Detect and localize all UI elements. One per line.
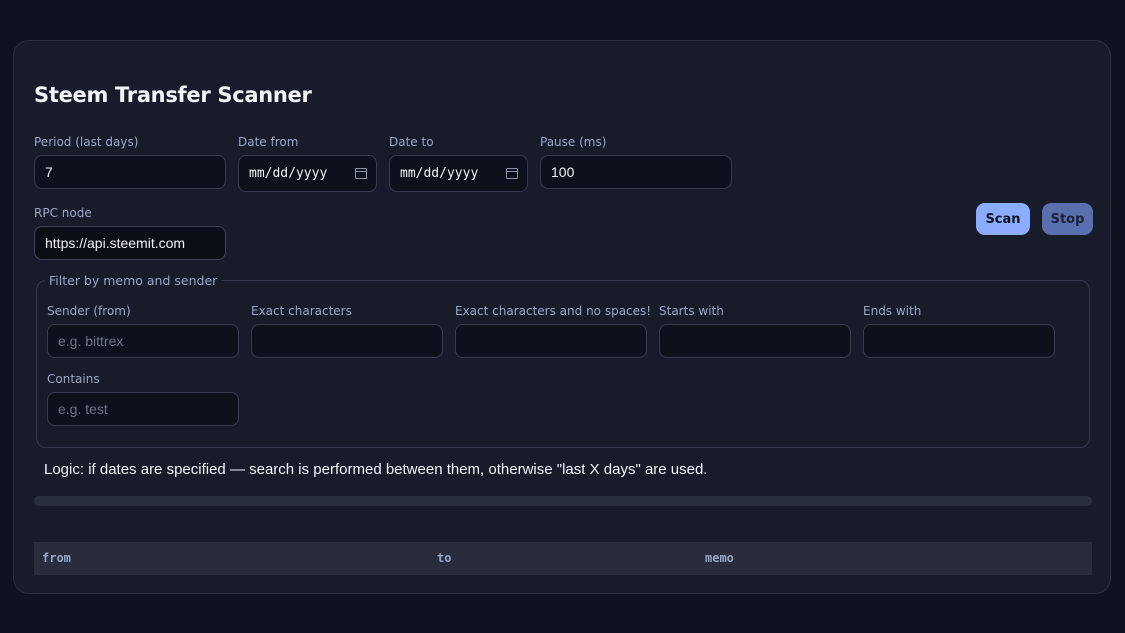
column-header-memo: memo — [705, 551, 734, 565]
period-field: Period (last days) 7 — [34, 135, 226, 189]
sender-input[interactable]: e.g. bittrex — [47, 324, 239, 358]
results-table-header: from to memo — [34, 542, 1092, 575]
contains-field: Contains e.g. test — [47, 372, 239, 426]
date-to-input[interactable]: mm/dd/yyyy — [389, 155, 528, 192]
exact-nospace-label: Exact characters and no spaces! — [455, 304, 652, 318]
contains-label: Contains — [47, 372, 100, 386]
starts-with-input[interactable] — [659, 324, 851, 358]
stop-button[interactable]: Stop — [1042, 203, 1093, 235]
date-to-label: Date to — [389, 135, 434, 149]
page-title: Steem Transfer Scanner — [34, 83, 312, 107]
ends-with-label: Ends with — [863, 304, 922, 318]
column-header-to: to — [437, 551, 452, 565]
calendar-icon[interactable] — [355, 168, 367, 179]
starts-with-label: Starts with — [659, 304, 724, 318]
scanner-card: Steem Transfer Scanner Period (last days… — [13, 40, 1111, 594]
pause-input[interactable]: 100 — [540, 155, 732, 189]
date-to-field: Date to mm/dd/yyyy — [389, 135, 528, 192]
exact-nospace-input[interactable] — [455, 324, 647, 358]
filter-fieldset: Filter by memo and sender Sender (from) … — [36, 273, 1090, 448]
sender-field: Sender (from) e.g. bittrex — [47, 304, 239, 358]
exact-nospace-field: Exact characters and no spaces! — [455, 304, 651, 358]
date-from-field: Date from mm/dd/yyyy — [238, 135, 377, 192]
date-from-value: mm/dd/yyyy — [249, 166, 328, 181]
column-header-from: from — [42, 551, 71, 565]
rpc-input[interactable]: https://api.steemit.com — [34, 226, 226, 260]
exact-label: Exact characters — [251, 304, 352, 318]
ends-with-input[interactable] — [863, 324, 1055, 358]
ends-with-field: Ends with — [863, 304, 1055, 358]
rpc-field: RPC node https://api.steemit.com — [34, 206, 226, 260]
exact-field: Exact characters — [251, 304, 443, 358]
scan-button[interactable]: Scan — [976, 203, 1030, 235]
logic-note: Logic: if dates are specified — search i… — [44, 461, 708, 478]
date-from-input[interactable]: mm/dd/yyyy — [238, 155, 377, 192]
period-input[interactable]: 7 — [34, 155, 226, 189]
period-label: Period (last days) — [34, 135, 139, 149]
pause-label: Pause (ms) — [540, 135, 607, 149]
progress-bar — [34, 496, 1092, 506]
starts-with-field: Starts with — [659, 304, 851, 358]
filter-legend: Filter by memo and sender — [45, 273, 222, 288]
calendar-icon[interactable] — [506, 168, 518, 179]
exact-input[interactable] — [251, 324, 443, 358]
date-to-value: mm/dd/yyyy — [400, 166, 479, 181]
sender-label: Sender (from) — [47, 304, 131, 318]
contains-input[interactable]: e.g. test — [47, 392, 239, 426]
rpc-label: RPC node — [34, 206, 92, 220]
date-from-label: Date from — [238, 135, 299, 149]
pause-field: Pause (ms) 100 — [540, 135, 732, 189]
